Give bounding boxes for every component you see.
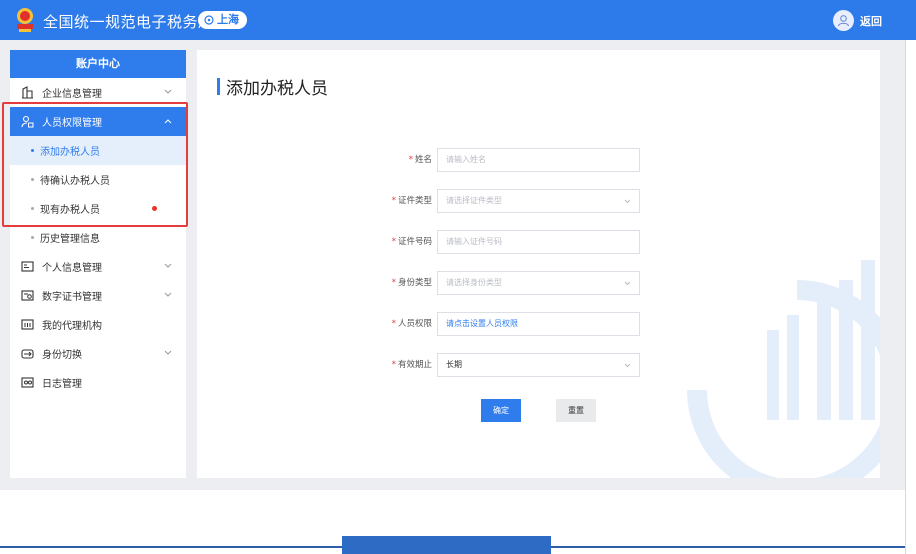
- confirm-button[interactable]: 确定: [481, 399, 521, 422]
- tax-watermark-icon: [687, 260, 880, 478]
- chevron-down-icon: [624, 363, 631, 368]
- form-row-id-number: * 证件号码 请输入证件号码: [197, 230, 640, 254]
- sidebar-item-label: 人员权限管理: [42, 118, 102, 129]
- sidebar-item-digital-certificate[interactable]: 数字证书管理: [10, 281, 186, 310]
- sidebar-subitem-add-tax-personnel[interactable]: 添加办税人员: [10, 136, 186, 165]
- sidebar-item-label: 日志管理: [42, 379, 82, 390]
- log-icon: [21, 376, 34, 389]
- chevron-down-icon: [164, 89, 172, 94]
- page-title-text: 添加办税人员: [226, 79, 328, 99]
- sidebar-item-personnel-permissions[interactable]: 人员权限管理: [10, 107, 186, 136]
- sidebar-subitem-label: 现有办税人员: [40, 205, 100, 216]
- sidebar-item-agency[interactable]: 我的代理机构: [10, 310, 186, 339]
- name-input[interactable]: 请输入姓名: [437, 148, 640, 172]
- certificate-icon: [21, 289, 34, 302]
- id-type-select[interactable]: 请选择证件类型: [437, 189, 640, 213]
- sidebar-subitem-current-personnel[interactable]: 现有办税人员: [10, 194, 186, 223]
- sidebar: 账户中心 企业信息管理 人员权限管理 添加办税人员 待确认办税人员 现有办税人员…: [10, 50, 186, 478]
- form-row-identity-type: * 身份类型 请选择身份类型: [197, 271, 640, 295]
- page-title: 添加办税人员: [217, 74, 328, 99]
- notification-dot: [152, 206, 157, 211]
- reset-button[interactable]: 重置: [556, 399, 596, 422]
- id-card-icon: [21, 260, 34, 273]
- chevron-down-icon: [164, 292, 172, 297]
- site-title[interactable]: 全国统一规范电子税务局: [43, 11, 214, 32]
- sidebar-subitem-pending-personnel[interactable]: 待确认办税人员: [10, 165, 186, 194]
- set-permission-link[interactable]: 请点击设置人员权限: [437, 312, 640, 336]
- id-type-label: * 证件类型: [391, 196, 432, 206]
- back-link[interactable]: 返回: [860, 13, 882, 29]
- sidebar-item-label: 历史管理信息: [40, 234, 100, 245]
- sidebar-item-log-management[interactable]: 日志管理: [10, 368, 186, 397]
- bullet-dot: [31, 236, 34, 239]
- building-icon: [21, 86, 34, 99]
- sidebar-subitem-label: 待确认办税人员: [40, 176, 110, 187]
- sidebar-item-label: 身份切换: [42, 350, 82, 361]
- validity-select[interactable]: 长期: [437, 353, 640, 377]
- sidebar-item-label: 我的代理机构: [42, 321, 102, 332]
- sidebar-item-label: 企业信息管理: [42, 89, 102, 100]
- bullet-dot: [31, 178, 34, 181]
- sidebar-item-personal-info[interactable]: 个人信息管理: [10, 252, 186, 281]
- chevron-down-icon: [624, 199, 631, 204]
- sidebar-item-label: 数字证书管理: [42, 292, 102, 303]
- bullet-dot: [31, 207, 34, 210]
- chevron-down-icon: [164, 263, 172, 268]
- user-icon: [837, 15, 850, 27]
- id-number-label: * 证件号码: [391, 237, 432, 247]
- avatar[interactable]: [833, 10, 854, 31]
- sidebar-item-label: 个人信息管理: [42, 263, 102, 274]
- title-accent-bar: [217, 78, 220, 95]
- validity-label: * 有效期止: [391, 360, 432, 370]
- sidebar-item-switch-identity[interactable]: 身份切换: [10, 339, 186, 368]
- scrollbar-track[interactable]: [905, 40, 916, 554]
- bullet-dot: [31, 149, 34, 152]
- name-label: * 姓名: [408, 155, 432, 165]
- top-bar: 全国统一规范电子税务局 上海 返回: [0, 0, 916, 40]
- region-label: 上海: [217, 13, 239, 26]
- id-number-input[interactable]: 请输入证件号码: [437, 230, 640, 254]
- sidebar-item-enterprise-info[interactable]: 企业信息管理: [10, 78, 186, 107]
- footer-tab: [342, 536, 551, 554]
- main-content: 添加办税人员 * 姓名 请输入姓名 * 证件类型 请选择证件类型 * 证件号码 请输入…: [197, 50, 880, 478]
- permission-label: * 人员权限: [391, 319, 432, 329]
- location-pin-icon: [204, 15, 214, 25]
- form-row-permission: * 人员权限 请点击设置人员权限: [197, 312, 640, 336]
- chevron-down-icon: [624, 281, 631, 286]
- agency-icon: [21, 318, 34, 331]
- form-row-validity: * 有效期止 长期: [197, 353, 640, 377]
- identity-type-select[interactable]: 请选择身份类型: [437, 271, 640, 295]
- chevron-down-icon: [164, 350, 172, 355]
- tax-emblem-icon: [17, 8, 33, 32]
- form-row-name: * 姓名 请输入姓名: [197, 148, 640, 172]
- switch-identity-icon: [21, 347, 34, 360]
- form-row-id-type: * 证件类型 请选择证件类型: [197, 189, 640, 213]
- sidebar-title: 账户中心: [10, 50, 186, 78]
- chevron-up-icon: [164, 119, 172, 124]
- sidebar-item-history-info[interactable]: 历史管理信息: [10, 223, 186, 252]
- sidebar-subitem-label: 添加办税人员: [40, 147, 100, 158]
- identity-type-label: * 身份类型: [391, 278, 432, 288]
- user-lock-icon: [21, 115, 34, 128]
- region-selector[interactable]: 上海: [198, 11, 247, 29]
